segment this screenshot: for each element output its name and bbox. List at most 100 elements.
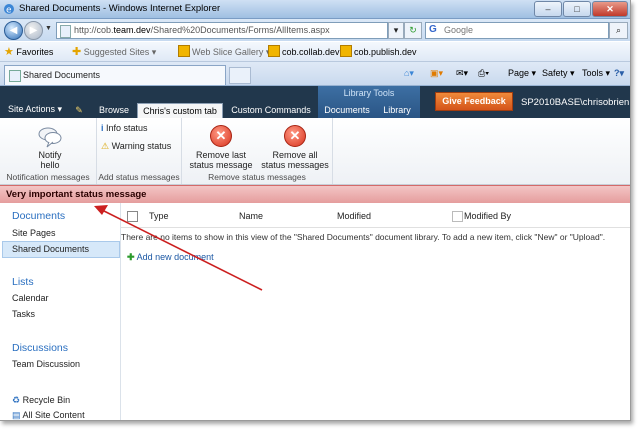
close-button[interactable]: ✕ xyxy=(592,1,628,17)
address-prefix: http://cob. xyxy=(74,25,114,35)
library-tools-label: Library Tools xyxy=(343,88,395,98)
header-divider xyxy=(121,227,630,228)
add-new-document-label: Add new document xyxy=(136,252,214,262)
search-icon[interactable]: ⌕ xyxy=(609,22,628,39)
info-icon: i xyxy=(101,123,104,133)
tab-browse[interactable]: Browse xyxy=(94,103,134,118)
nav-header-lists[interactable]: Lists xyxy=(12,276,34,288)
maximize-button[interactable]: □ xyxy=(563,1,591,17)
edit-page-icon[interactable]: ✎ xyxy=(72,103,86,118)
user-name[interactable]: SP2010BASE\chrisobrien xyxy=(521,97,629,108)
info-status-button[interactable]: i Info status xyxy=(101,123,148,133)
column-header-modified-by[interactable]: Modified By xyxy=(464,211,511,221)
warning-status-button[interactable]: ⚠ Warning status xyxy=(101,141,171,152)
favorites-item-cob-collab[interactable]: cob.collab.dev xyxy=(268,45,340,57)
address-host: team.dev xyxy=(113,25,151,35)
modified-by-checkbox[interactable] xyxy=(452,211,463,222)
print-icon[interactable]: ⎙▾ xyxy=(478,68,489,79)
notify-hello-label: Notify hello xyxy=(38,150,62,170)
site-icon xyxy=(268,45,280,57)
ribbon-group-label: Notification messages xyxy=(6,172,90,182)
favorites-item-cob-publish[interactable]: cob.publish.dev xyxy=(340,45,417,57)
remove-all-status-button[interactable]: ✕ Remove all status messages xyxy=(260,125,330,170)
all-site-content-icon: ▤ xyxy=(12,410,21,420)
add-new-document-link[interactable]: ✚ Add new document xyxy=(127,252,214,263)
browser-tab-title: Shared Documents xyxy=(23,70,101,80)
nav-item-shared-documents[interactable]: Shared Documents xyxy=(12,244,89,254)
all-site-content-label: All Site Content xyxy=(22,410,85,420)
nav-header-discussions[interactable]: Discussions xyxy=(12,342,68,354)
favorites-button[interactable]: ★ Favorites xyxy=(4,45,53,58)
select-all-checkbox[interactable] xyxy=(127,211,138,222)
nav-item-all-site-content[interactable]: ▤ All Site Content xyxy=(12,410,85,420)
speech-bubble-icon xyxy=(38,127,62,148)
browser-tab-row: Shared Documents ⌂▾ ▣▾ ✉▾ ⎙▾ Page ▾ Safe… xyxy=(0,62,630,86)
sharepoint-ribbon-bar: Site Actions ▾ ✎ Browse Chris's custom t… xyxy=(0,86,630,119)
delete-icon: ✕ xyxy=(210,125,232,147)
window-title: Shared Documents - Windows Internet Expl… xyxy=(19,3,221,14)
refresh-icon[interactable]: ↻ xyxy=(404,22,422,39)
favorites-bar: ★ Favorites ✚ Suggested Sites ▾ Web Slic… xyxy=(0,42,630,62)
column-header-modified[interactable]: Modified xyxy=(337,211,371,221)
tab-custom-commands[interactable]: Custom Commands xyxy=(228,103,314,118)
browser-tab[interactable]: Shared Documents xyxy=(4,65,226,85)
safety-menu[interactable]: Safety ▾ xyxy=(542,68,575,79)
help-icon[interactable]: ?▾ xyxy=(614,68,624,79)
favorites-item-suggested-sites[interactable]: ✚ Suggested Sites ▾ xyxy=(72,45,156,58)
nav-item-team-discussion[interactable]: Team Discussion xyxy=(12,359,80,369)
tools-menu[interactable]: Tools ▾ xyxy=(582,68,610,79)
status-message: Very important status message xyxy=(6,189,147,200)
address-field[interactable]: http://cob.team.dev/Shared%20Documents/F… xyxy=(56,22,388,39)
recycle-bin-icon: ♻ xyxy=(12,395,21,405)
favorites-item-label: cob.publish.dev xyxy=(354,47,417,57)
site-icon xyxy=(340,45,352,57)
empty-list-message: There are no items to show in this view … xyxy=(121,232,606,242)
favorites-label: Favorites xyxy=(16,47,54,57)
page-menu[interactable]: Page ▾ xyxy=(508,68,536,79)
favorites-item-label: Suggested Sites ▾ xyxy=(83,47,157,57)
compatibility-view-icon[interactable]: ▾ xyxy=(388,22,404,39)
search-placeholder: Google xyxy=(444,25,474,35)
warning-icon: ⚠ xyxy=(101,141,110,151)
back-button[interactable]: ◀ xyxy=(4,21,23,40)
minimize-button[interactable]: – xyxy=(534,1,562,17)
document-library-view: Type Name Modified Modified By There are… xyxy=(121,203,630,420)
notify-hello-button[interactable]: Notify hello xyxy=(22,126,78,170)
home-icon[interactable]: ⌂▾ xyxy=(404,68,414,79)
library-tools-group: Library Tools Documents Library xyxy=(318,86,420,118)
info-status-label: Info status xyxy=(106,123,148,133)
internet-explorer-icon: e xyxy=(4,4,14,15)
give-feedback-button[interactable]: Give Feedback xyxy=(435,92,513,111)
google-icon: G xyxy=(429,24,437,35)
address-toolbar: ◀ ▶ ▼ http://cob.team.dev/Shared%20Docum… xyxy=(0,19,630,41)
tab-chris-custom[interactable]: Chris's custom tab xyxy=(137,103,223,119)
nav-item-recycle-bin[interactable]: ♻ Recycle Bin xyxy=(12,395,70,406)
nav-header-documents[interactable]: Documents xyxy=(12,210,65,222)
history-dropdown-icon[interactable]: ▼ xyxy=(45,25,52,32)
add-favorite-icon: ✚ xyxy=(72,46,82,58)
search-field[interactable]: G Google xyxy=(425,22,609,39)
address-text: http://cob.team.dev/Shared%20Documents/F… xyxy=(74,25,330,35)
remove-last-status-button[interactable]: ✕ Remove last status message xyxy=(186,125,256,170)
column-header-name[interactable]: Name xyxy=(239,211,263,221)
column-header-type[interactable]: Type xyxy=(149,211,169,221)
forward-button[interactable]: ▶ xyxy=(24,21,43,40)
new-tab-button[interactable] xyxy=(229,67,251,84)
favorites-item-web-slice-gallery[interactable]: Web Slice Gallery ▾ xyxy=(178,45,270,58)
page-icon xyxy=(60,25,71,38)
tab-library[interactable]: Library xyxy=(378,103,416,118)
ribbon-group-remove-status: ✕ Remove last status message ✕ Remove al… xyxy=(182,118,333,184)
mail-icon[interactable]: ✉▾ xyxy=(456,68,468,79)
star-icon: ★ xyxy=(4,46,14,58)
add-icon: ✚ xyxy=(127,252,135,262)
nav-item-tasks[interactable]: Tasks xyxy=(12,309,35,319)
feeds-icon[interactable]: ▣▾ xyxy=(430,68,443,79)
nav-item-calendar[interactable]: Calendar xyxy=(12,293,49,303)
ribbon-group-add-status: i Info status ⚠ Warning status Add statu… xyxy=(97,118,182,184)
ribbon-body: Notify hello Notification messages i Inf… xyxy=(0,118,630,185)
page-icon xyxy=(9,70,21,82)
nav-item-site-pages[interactable]: Site Pages xyxy=(12,228,56,238)
remove-last-status-label: Remove last status message xyxy=(189,150,253,170)
tab-documents[interactable]: Documents xyxy=(322,103,372,118)
site-actions-menu[interactable]: Site Actions ▾ xyxy=(8,104,62,115)
